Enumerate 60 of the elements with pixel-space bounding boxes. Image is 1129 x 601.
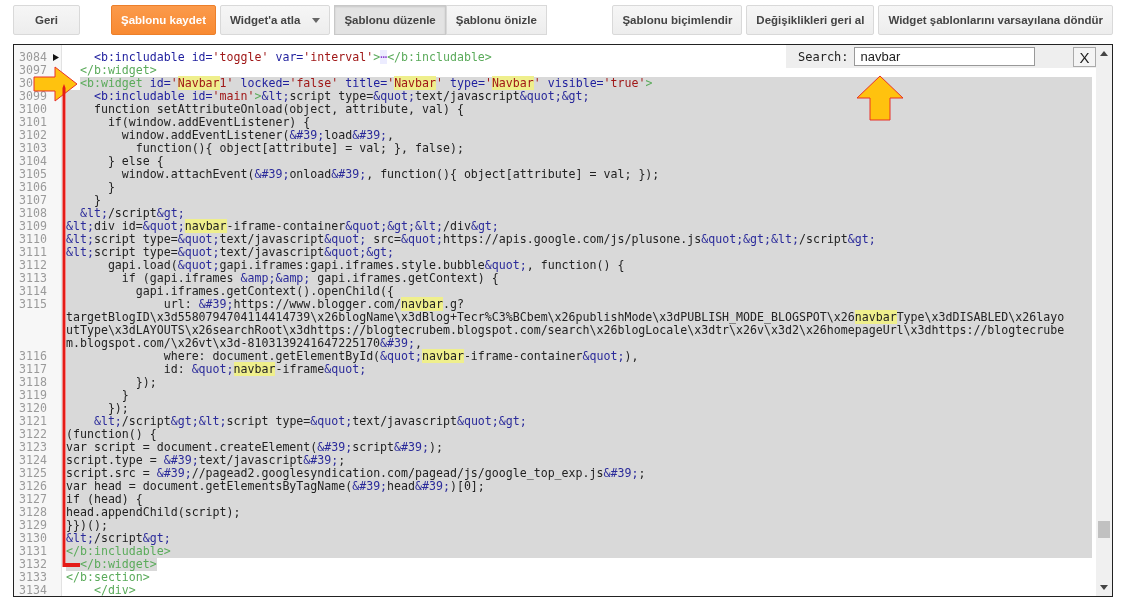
line-number: 3120 [19, 402, 47, 415]
close-button[interactable]: X [1073, 47, 1096, 67]
line-number: 3118 [19, 376, 47, 389]
scrollbar[interactable] [1096, 45, 1112, 596]
line-number: 3099 [19, 90, 47, 103]
line-number: 3124 [19, 454, 47, 467]
search-label: Search: [798, 49, 849, 64]
scroll-thumb[interactable] [1098, 521, 1110, 538]
line-number: 3119 [19, 389, 47, 402]
line-number: 3121 [19, 415, 47, 428]
line-number: 3109 [19, 220, 47, 233]
line-number: 3132 [19, 558, 47, 571]
mode-tab[interactable]: Şablonu düzenle [334, 5, 446, 35]
line-number: 3115 [19, 298, 47, 311]
toolbar-button[interactable]: Geri [13, 5, 80, 35]
line-number: 3100 [19, 103, 47, 116]
line-number: 3128 [19, 506, 47, 519]
line-number: 3129 [19, 519, 47, 532]
pointer-arrow [856, 75, 904, 121]
line-number: 3110 [19, 233, 47, 246]
fold-arrow-icon[interactable] [53, 54, 59, 61]
line-number: 3107 [19, 194, 47, 207]
line-number: 3112 [19, 259, 47, 272]
line-number: 3103 [19, 142, 47, 155]
line-number: 3097 [19, 64, 47, 77]
line-number: 3125 [19, 467, 47, 480]
line-number: 3114 [19, 285, 47, 298]
toolbar-button[interactable]: Widget şablonlarını varsayılana döndür [878, 5, 1113, 35]
code-line: </b:section> [66, 571, 150, 584]
line-number: 3106 [19, 181, 47, 194]
line-number: 3130 [19, 532, 47, 545]
code-line: <b:includable id='toggle' var='interval'>⋯</b:includable> [92, 51, 492, 64]
line-number: 3126 [19, 480, 47, 493]
search-field[interactable]: navbar [853, 47, 1035, 66]
line-number: 3105 [19, 168, 47, 181]
dropdown-button[interactable]: Widget'a atla [220, 5, 331, 35]
line-number: 3108 [19, 207, 47, 220]
code-line: </b:widget> [78, 64, 157, 77]
scroll-up-icon[interactable] [1100, 51, 1108, 56]
line-number: 30 [19, 77, 33, 90]
line-number: 3131 [19, 545, 47, 558]
line-number: 3113 [19, 272, 47, 285]
scroll-down-icon[interactable] [1100, 585, 1108, 590]
line-number: 3127 [19, 493, 47, 506]
toolbar-button[interactable]: Değişiklikleri geri al [746, 5, 875, 35]
caret-icon [312, 17, 321, 23]
line-number: 3102 [19, 129, 47, 142]
line-number: 3123 [19, 441, 47, 454]
line-number: 3116 [19, 350, 47, 363]
line-number: 3101 [19, 116, 47, 129]
line-number: 3117 [19, 363, 47, 376]
line-number: 3133 [19, 571, 47, 584]
line-number: 3104 [19, 155, 47, 168]
mode-tab[interactable]: Şablonu önizle [445, 5, 547, 35]
line-number: 3084 [19, 51, 47, 64]
toolbar-button[interactable]: Şablonu biçimlendir [612, 5, 743, 35]
line-number: 3122 [19, 428, 47, 441]
line-number: 3134 [19, 584, 47, 596]
line-number: 3111 [19, 246, 47, 259]
code-line: </div> [92, 584, 136, 596]
